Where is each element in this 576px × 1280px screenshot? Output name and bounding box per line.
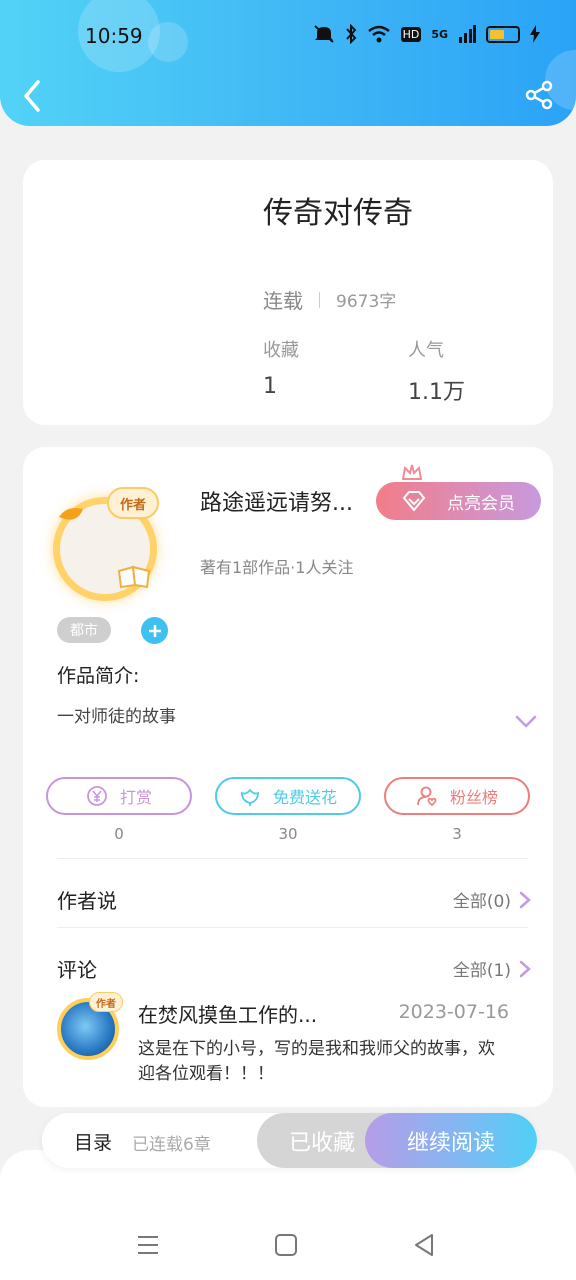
flower-icon xyxy=(241,788,259,806)
status-icons: HD 5G xyxy=(313,24,540,44)
intro-label: 作品简介: xyxy=(57,665,140,687)
chevron-right-icon xyxy=(519,891,531,908)
favorites-stat: 收藏 1 xyxy=(263,336,299,399)
continue-reading-label: 继续阅读 xyxy=(406,1130,495,1156)
book-title: 传奇对传奇 xyxy=(263,196,413,231)
header-bar: 10:59 HD 5G xyxy=(0,0,576,126)
comments-link[interactable]: 全部(1) xyxy=(453,956,531,981)
mute-icon xyxy=(313,25,334,43)
diamond-icon xyxy=(402,491,426,512)
status-divider xyxy=(319,291,320,308)
popularity-stat: 人气 1.1万 xyxy=(408,336,465,406)
system-nav-bar xyxy=(0,1150,576,1280)
popularity-label: 人气 xyxy=(408,340,444,361)
word-count: 9673字 xyxy=(336,292,397,312)
favorites-value: 1 xyxy=(263,374,277,399)
author-avatar[interactable]: 作者 xyxy=(45,485,163,603)
send-flower-label: 免费送花 xyxy=(272,788,337,807)
home-icon[interactable] xyxy=(274,1233,298,1257)
comment-author-badge: 作者 xyxy=(89,992,123,1012)
charging-icon xyxy=(530,25,540,43)
share-icon[interactable] xyxy=(524,80,554,110)
author-name[interactable]: 路途遥远请努... xyxy=(200,485,353,517)
chapter-count: 已连载6章 xyxy=(132,1135,211,1155)
leaf-decoration-icon xyxy=(59,508,83,520)
author-card: 作者 路途遥远请努... 点亮会员 著有1部作品·1人关注 都市 作品简介: 一… xyxy=(23,447,553,1107)
popularity-value: 1.1万 xyxy=(408,380,465,405)
chevron-down-icon[interactable] xyxy=(515,715,537,729)
comments-title: 评论 xyxy=(57,958,97,982)
fan-ranking-button[interactable]: 粉丝榜 xyxy=(384,777,530,815)
signal-icon xyxy=(459,25,476,43)
back-nav-icon[interactable] xyxy=(412,1233,436,1257)
author-meta: 著有1部作品·1人关注 xyxy=(200,558,354,577)
toc-button[interactable]: 目录 xyxy=(74,1128,112,1155)
network-label: 5G xyxy=(431,27,448,41)
comment-avatar[interactable]: 作者 xyxy=(53,992,125,1064)
author-says-all: 全部(0) xyxy=(452,892,511,912)
hd-badge: HD xyxy=(400,26,422,42)
comment-date: 2023-07-16 xyxy=(398,1001,509,1023)
author-says-title: 作者说 xyxy=(57,889,117,913)
battery-icon xyxy=(486,25,520,43)
crown-icon xyxy=(401,464,423,480)
send-flower-button[interactable]: 免费送花 xyxy=(215,777,361,815)
yuan-coin-icon xyxy=(87,786,107,806)
book-decoration-icon xyxy=(117,565,151,589)
comment-text[interactable]: 这是在下的小号，写的是我和我师父的故事，欢迎各位观看！！！ xyxy=(138,1037,498,1087)
divider xyxy=(57,927,528,928)
bluetooth-icon xyxy=(345,24,356,44)
vip-label: 点亮会员 xyxy=(447,493,515,514)
intro-text: 一对师徒的故事 xyxy=(57,707,176,727)
author-badge: 作者 xyxy=(107,487,159,519)
fan-count: 3 xyxy=(452,825,462,843)
tip-count: 0 xyxy=(114,825,124,843)
fan-ranking-icon xyxy=(417,786,437,807)
status-time: 10:59 xyxy=(85,24,143,48)
book-status-line: 连载 9673字 xyxy=(263,285,396,314)
author-says-link[interactable]: 全部(0) xyxy=(453,887,531,912)
comment-user[interactable]: 在焚风摸鱼工作的... xyxy=(138,999,338,1028)
tip-button[interactable]: 打赏 xyxy=(46,777,192,815)
book-status: 连载 xyxy=(263,289,303,313)
collected-label: 已收藏 xyxy=(288,1130,355,1156)
flower-count: 30 xyxy=(278,825,298,843)
comments-all: 全部(1) xyxy=(452,961,511,981)
bottom-action-bar: 目录 已连载6章 已收藏 继续阅读 xyxy=(42,1113,537,1168)
chevron-right-icon xyxy=(519,960,531,977)
wifi-icon xyxy=(367,25,390,43)
genre-tag[interactable]: 都市 xyxy=(57,617,111,643)
vip-button[interactable]: 点亮会员 xyxy=(376,482,541,520)
back-icon[interactable] xyxy=(18,78,48,114)
fan-ranking-label: 粉丝榜 xyxy=(449,788,498,807)
divider xyxy=(57,858,528,859)
plus-icon xyxy=(148,624,161,637)
favorites-label: 收藏 xyxy=(263,340,299,361)
menu-icon[interactable] xyxy=(136,1233,160,1257)
continue-reading-button[interactable]: 继续阅读 xyxy=(365,1113,537,1168)
tip-label: 打赏 xyxy=(119,788,152,807)
book-info-card: 传奇对传奇 连载 9673字 收藏 1 人气 1.1万 xyxy=(23,160,553,425)
add-tag-button[interactable] xyxy=(141,617,168,644)
